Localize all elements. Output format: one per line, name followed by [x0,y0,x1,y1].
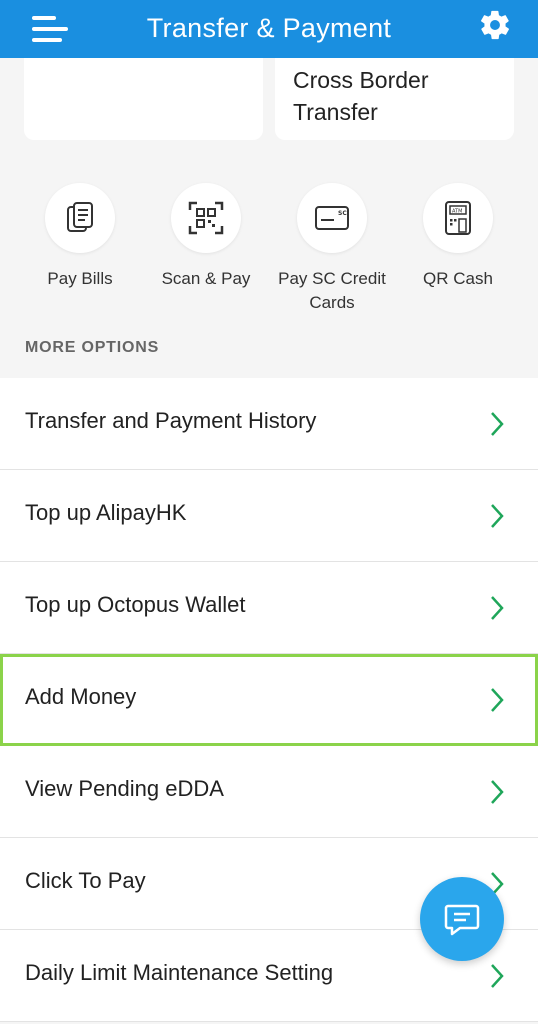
option-view-pending-edda[interactable]: View Pending eDDA [0,746,538,838]
chevron-right-icon [491,412,504,436]
quick-action-scan-pay[interactable]: Scan & Pay [141,183,271,291]
quick-action-label: Pay Bills [47,269,113,288]
app-header: Transfer & Payment [0,0,538,58]
quick-action-pay-bills[interactable]: Pay Bills [15,183,145,291]
more-options-heading: MORE OPTIONS [25,339,160,356]
chat-button[interactable] [420,877,504,961]
option-top-up-alipayhk[interactable]: Top up AlipayHK [0,470,538,562]
transfer-card-left[interactable] [24,58,263,140]
option-label: Click To Pay [25,868,146,893]
quick-action-circle [171,183,241,253]
svg-text:SC: SC [338,210,347,217]
quick-action-circle: ATM [423,183,493,253]
atm-icon: ATM [445,201,471,235]
option-label: Top up Octopus Wallet [25,592,246,617]
cross-border-transfer-card[interactable]: Cross Border Transfer [275,58,514,140]
chat-bubble-icon [444,904,480,936]
option-label: Add Money [25,684,137,709]
option-transfer-history[interactable]: Transfer and Payment History [0,378,538,470]
option-label: Daily Limit Maintenance Setting [25,960,334,985]
quick-action-label: Scan & Pay [161,269,251,288]
option-label: Top up AlipayHK [25,500,187,525]
card-label: Cross Border Transfer [293,67,429,125]
option-add-money[interactable]: Add Money [0,654,538,746]
option-top-up-octopus[interactable]: Top up Octopus Wallet [0,562,538,654]
option-label: View Pending eDDA [25,776,224,801]
quick-action-label: Pay SC Credit Cards [278,269,386,312]
qr-scan-icon [188,201,224,235]
chevron-right-icon [491,780,504,804]
quick-action-circle [45,183,115,253]
quick-action-circle: SC [297,183,367,253]
chevron-right-icon [491,596,504,620]
gear-icon[interactable] [478,8,512,42]
quick-action-label: QR Cash [423,269,493,288]
option-label: Transfer and Payment History [25,408,317,433]
chevron-right-icon [491,964,504,988]
bill-document-icon [67,202,93,232]
chevron-right-icon [491,688,504,712]
quick-action-pay-credit-cards[interactable]: SC Pay SC Credit Cards [267,183,397,315]
credit-card-icon: SC [315,206,349,230]
page-title: Transfer & Payment [146,13,392,43]
quick-action-qr-cash[interactable]: ATM QR Cash [393,183,523,291]
svg-text:ATM: ATM [452,209,462,215]
chevron-right-icon [491,504,504,528]
